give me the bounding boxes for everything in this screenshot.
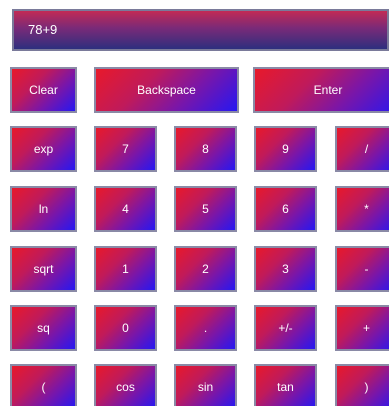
digit-8-button[interactable]: 8 (174, 126, 237, 172)
backspace-button[interactable]: Backspace (94, 67, 239, 113)
square-button[interactable]: sq (10, 305, 77, 351)
cos-button[interactable]: cos (94, 364, 157, 406)
enter-button[interactable]: Enter (253, 67, 389, 113)
right-paren-button[interactable]: ) (335, 364, 389, 406)
clear-button[interactable]: Clear (10, 67, 77, 113)
ln-button[interactable]: ln (10, 186, 77, 232)
minus-button[interactable]: - (335, 246, 389, 292)
digit-4-button[interactable]: 4 (94, 186, 157, 232)
multiply-button[interactable]: * (335, 186, 389, 232)
negate-button[interactable]: +/- (254, 305, 317, 351)
digit-1-button[interactable]: 1 (94, 246, 157, 292)
digit-2-button[interactable]: 2 (174, 246, 237, 292)
divide-button[interactable]: / (335, 126, 389, 172)
digit-7-button[interactable]: 7 (94, 126, 157, 172)
plus-button[interactable]: + (335, 305, 389, 351)
sin-button[interactable]: sin (174, 364, 237, 406)
sqrt-button[interactable]: sqrt (10, 246, 77, 292)
calculator-display: 78+9 (12, 9, 389, 51)
digit-5-button[interactable]: 5 (174, 186, 237, 232)
left-paren-button[interactable]: ( (10, 364, 77, 406)
decimal-point-button[interactable]: . (174, 305, 237, 351)
digit-0-button[interactable]: 0 (94, 305, 157, 351)
digit-3-button[interactable]: 3 (254, 246, 317, 292)
digit-9-button[interactable]: 9 (254, 126, 317, 172)
digit-6-button[interactable]: 6 (254, 186, 317, 232)
exp-button[interactable]: exp (10, 126, 77, 172)
tan-button[interactable]: tan (254, 364, 317, 406)
